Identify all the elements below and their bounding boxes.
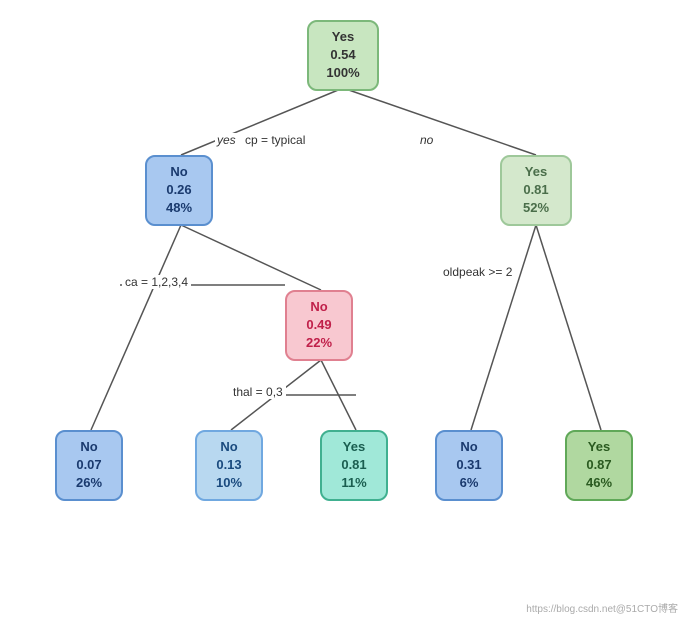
thal-condition-label: thal = 0,3 (230, 385, 286, 399)
leaf1-node: No 0.07 26% (55, 430, 123, 501)
root-node: Yes 0.54 100% (307, 20, 379, 91)
right1-label: Yes (512, 163, 560, 181)
leaf5-value: 0.87 (577, 456, 621, 474)
left1-value: 0.26 (157, 181, 201, 199)
right1-node: Yes 0.81 52% (500, 155, 572, 226)
watermark: https://blog.csdn.net@51CTO博客 (526, 600, 678, 615)
root-percent: 100% (319, 64, 367, 82)
root-value: 0.54 (319, 46, 367, 64)
leaf1-value: 0.07 (67, 456, 111, 474)
tree-container: Yes 0.54 100% cp = typical yes no No 0.2… (0, 0, 686, 623)
leaf2-label: No (207, 438, 251, 456)
center2-value: 0.49 (297, 316, 341, 334)
center2-label: No (297, 298, 341, 316)
oldpeak-condition-label: oldpeak >= 2 (440, 265, 515, 279)
leaf5-label: Yes (577, 438, 621, 456)
root-label: Yes (319, 28, 367, 46)
leaf5-percent: 46% (577, 474, 621, 492)
left1-percent: 48% (157, 199, 201, 217)
leaf4-node: No 0.31 6% (435, 430, 503, 501)
cp-condition-text: cp = typical (245, 133, 305, 147)
leaf2-node: No 0.13 10% (195, 430, 263, 501)
leaf1-percent: 26% (67, 474, 111, 492)
left1-label: No (157, 163, 201, 181)
left1-node: No 0.26 48% (145, 155, 213, 226)
leaf4-percent: 6% (447, 474, 491, 492)
leaf4-label: No (447, 438, 491, 456)
leaf4-value: 0.31 (447, 456, 491, 474)
leaf2-percent: 10% (207, 474, 251, 492)
right1-percent: 52% (512, 199, 560, 217)
center2-percent: 22% (297, 334, 341, 352)
leaf3-label: Yes (332, 438, 376, 456)
center2-node: No 0.49 22% (285, 290, 353, 361)
no-edge-label: no (418, 133, 435, 147)
leaf3-node: Yes 0.81 11% (320, 430, 388, 501)
right1-value: 0.81 (512, 181, 560, 199)
leaf1-label: No (67, 438, 111, 456)
ca-condition-label: ca = 1,2,3,4 (122, 275, 191, 289)
cp-condition-label: cp = typical (242, 133, 308, 147)
yes-edge-label: yes (215, 133, 238, 147)
leaf3-percent: 11% (332, 474, 376, 492)
leaf2-value: 0.13 (207, 456, 251, 474)
leaf5-node: Yes 0.87 46% (565, 430, 633, 501)
leaf3-value: 0.81 (332, 456, 376, 474)
